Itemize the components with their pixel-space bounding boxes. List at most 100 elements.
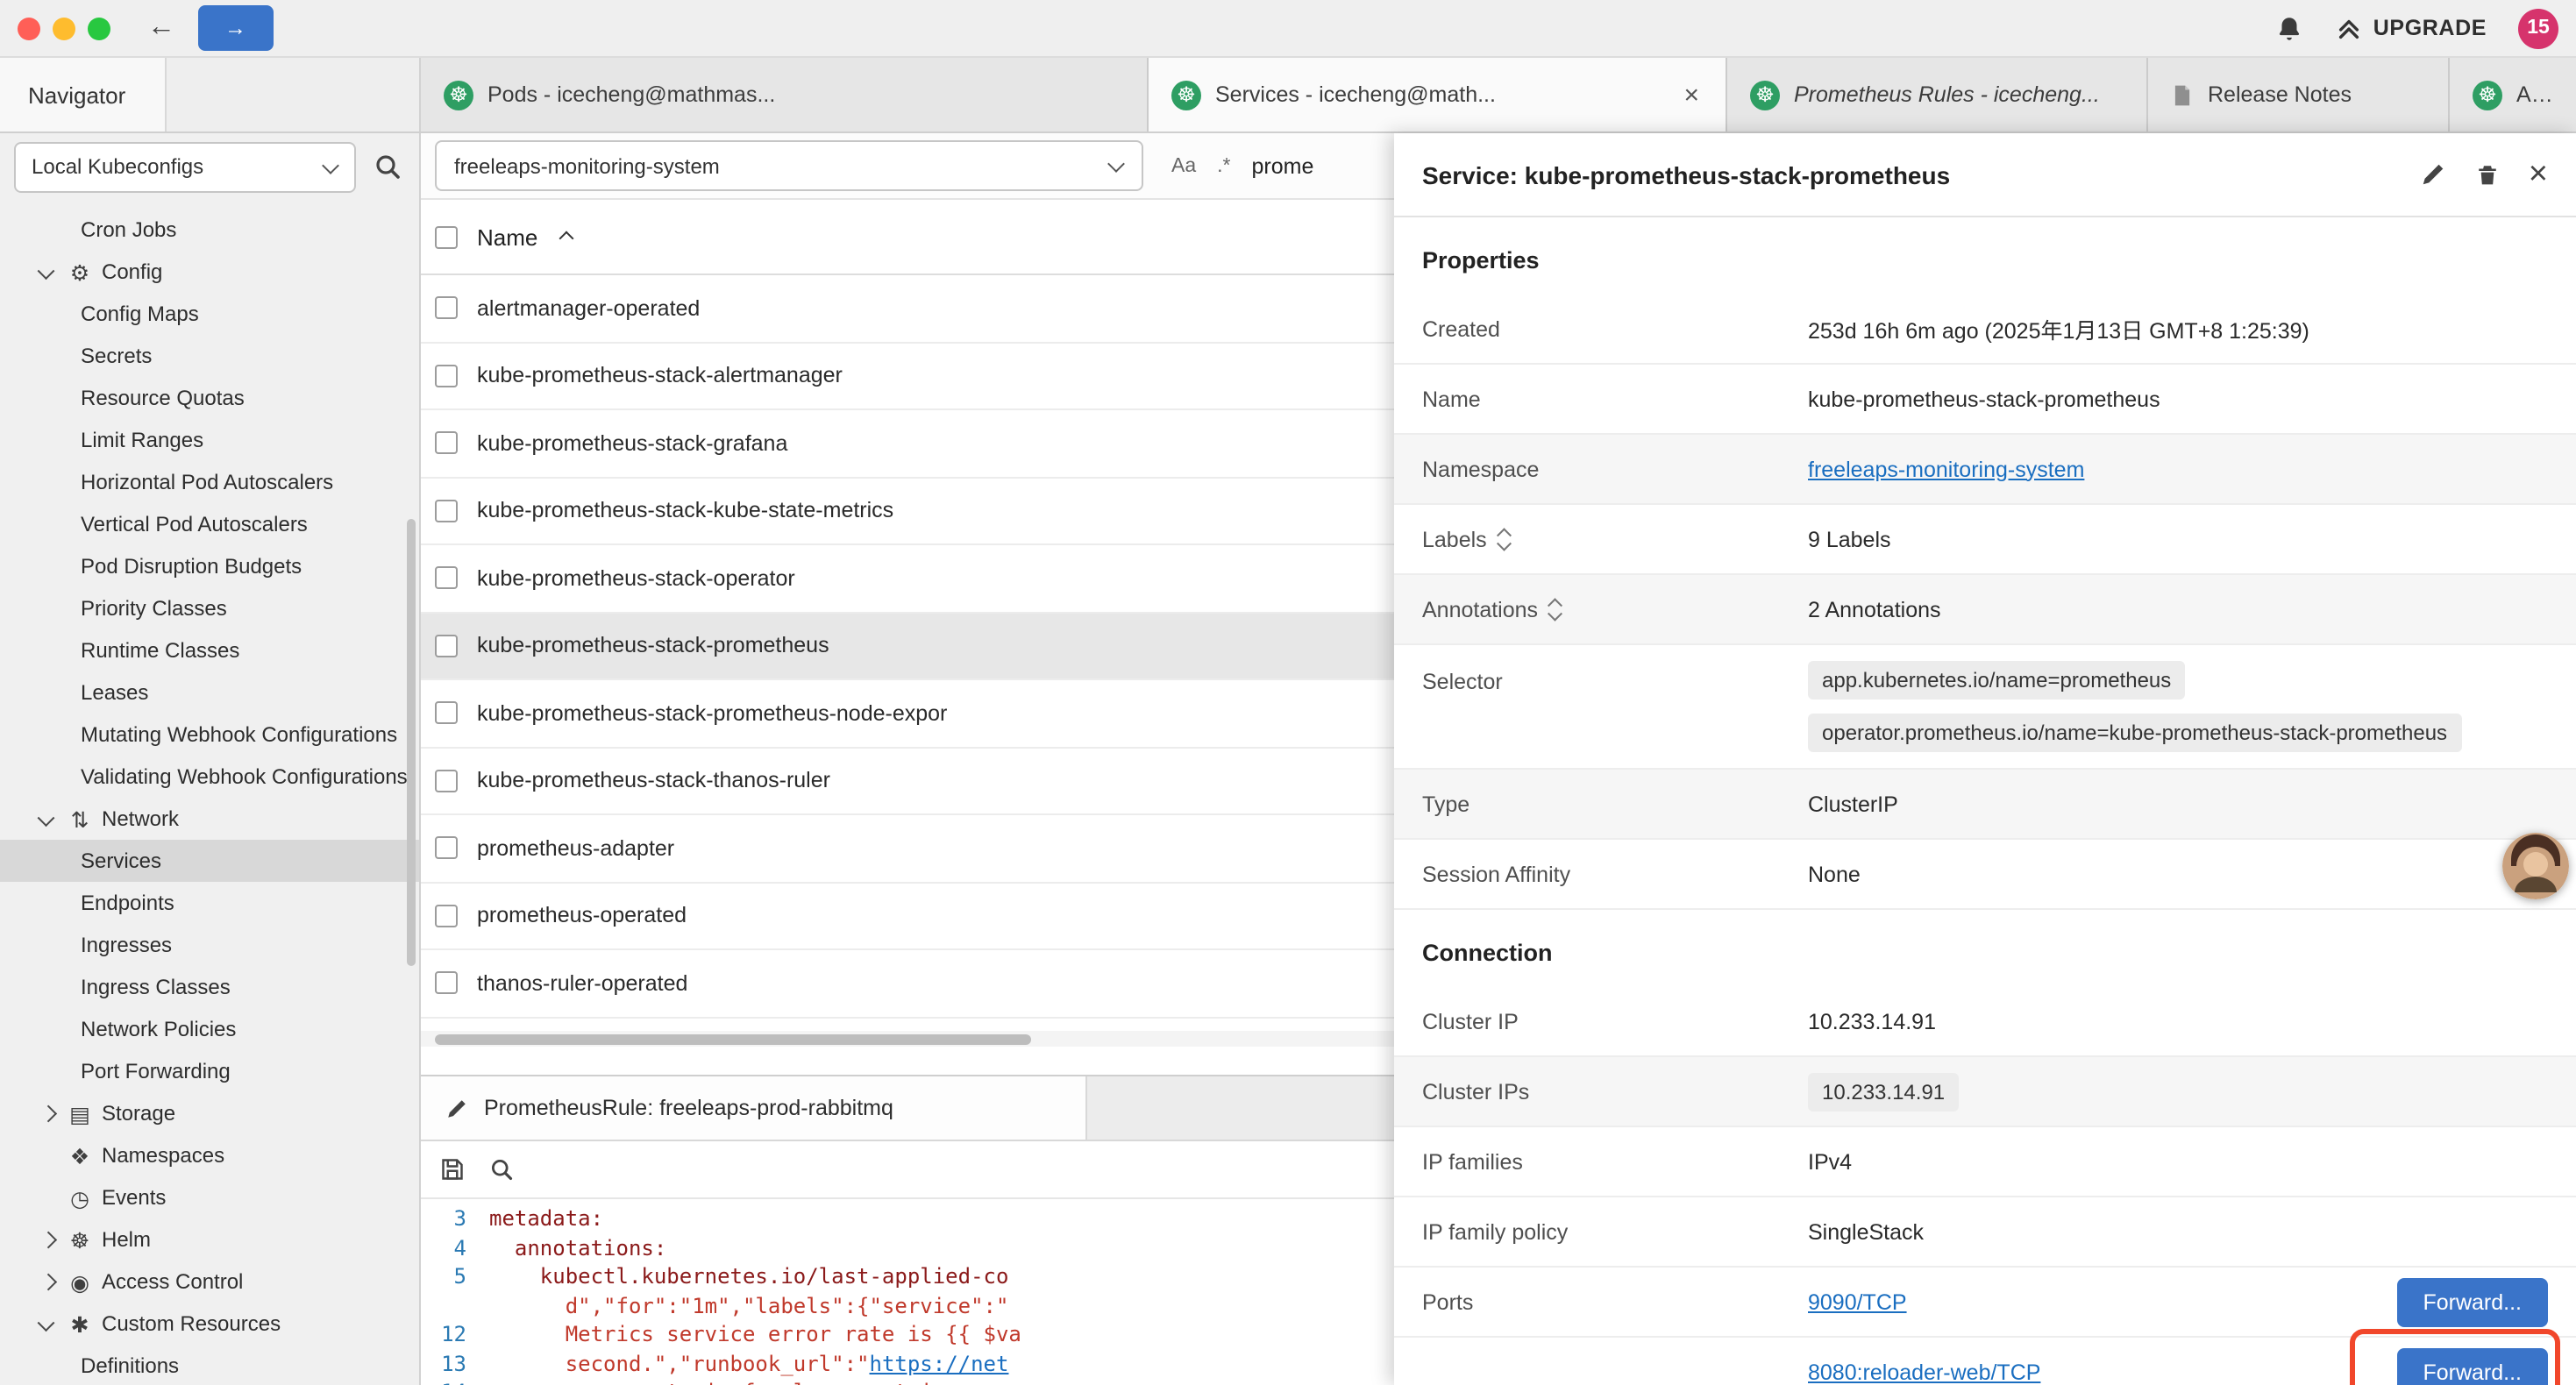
created-row: Created253d 16h 6m ago (2025年1月13日 GMT+8… (1394, 295, 2576, 365)
column-header-name[interactable]: Name (477, 224, 537, 250)
dock-tab-prometheusrule[interactable]: PrometheusRule: freeleaps-prod-rabbitmq (421, 1076, 1087, 1140)
sidebar-item-storage[interactable]: ▤Storage (0, 1092, 419, 1134)
sidebar-item-helm[interactable]: ☸Helm (0, 1218, 419, 1261)
tab-pods[interactable]: ☸ Pods - icecheng@mathmas... (421, 58, 1149, 131)
sidebar-item-config-maps[interactable]: Config Maps (0, 293, 419, 335)
row-value: IPv4 (1808, 1149, 1852, 1174)
select-all-checkbox[interactable] (435, 225, 458, 248)
line-number: 13 (421, 1349, 466, 1378)
close-icon[interactable]: × (1680, 80, 1703, 110)
sidebar-item-priority-classes[interactable]: Priority Classes (0, 587, 419, 629)
network-icon: ⇅ (65, 806, 95, 832)
session-affinity-row: Session AffinityNone (1394, 840, 2576, 910)
sidebar-item-leases[interactable]: Leases (0, 671, 419, 714)
type-row: TypeClusterIP (1394, 770, 2576, 840)
expand-icon[interactable] (1550, 601, 1560, 617)
forward-button[interactable]: Forward... (2396, 1277, 2548, 1326)
avatar[interactable] (2502, 833, 2569, 899)
row-checkbox[interactable] (435, 770, 458, 792)
sidebar-item-label: Helm (102, 1227, 151, 1252)
window-zoom-button[interactable] (88, 17, 110, 39)
row-checkbox[interactable] (435, 972, 458, 995)
expand-icon[interactable] (1499, 531, 1509, 547)
sidebar-item-network[interactable]: ⇅Network (0, 798, 419, 840)
sidebar-item-network-policies[interactable]: Network Policies (0, 1008, 419, 1050)
match-case-toggle[interactable]: Aa (1171, 155, 1196, 176)
tab-argo[interactable]: ☸ Argo S (2450, 58, 2576, 131)
sidebar-item-validating-webhook-configurations[interactable]: Validating Webhook Configurations (0, 756, 419, 798)
sidebar-item-secrets[interactable]: Secrets (0, 335, 419, 377)
edit-icon[interactable] (2420, 161, 2446, 188)
search-input[interactable]: Aa .* prome (1171, 153, 1313, 178)
window-minimize-button[interactable] (53, 17, 75, 39)
sidebar-item-cron-jobs[interactable]: Cron Jobs (0, 209, 419, 251)
sidebar-item-ingresses[interactable]: Ingresses (0, 924, 419, 966)
kubernetes-icon: ☸ (2473, 80, 2502, 110)
row-value[interactable]: 2 Annotations (1808, 597, 1941, 621)
row-checkbox[interactable] (435, 297, 458, 320)
scrollbar-thumb[interactable] (435, 1033, 1031, 1044)
close-icon[interactable]: × (2529, 158, 2548, 191)
row-checkbox[interactable] (435, 567, 458, 590)
namespace-selector[interactable]: freeleaps-monitoring-system (435, 140, 1143, 191)
window-close-button[interactable] (18, 17, 40, 39)
line-number: 14 (421, 1378, 466, 1385)
tab-release-notes[interactable]: Release Notes (2148, 58, 2450, 131)
back-icon[interactable]: ← (147, 14, 175, 42)
row-checkbox[interactable] (435, 837, 458, 860)
upgrade-button[interactable]: UPGRADE (2337, 15, 2487, 41)
sidebar-item-runtime-classes[interactable]: Runtime Classes (0, 629, 419, 671)
row-value[interactable]: 9 Labels (1808, 527, 1891, 551)
search-icon[interactable] (374, 153, 402, 181)
sidebar-item-label: Vertical Pod Autoscalers (81, 512, 308, 536)
chevron-down-icon (35, 260, 58, 283)
sidebar-scrollbar-thumb[interactable] (407, 519, 416, 966)
regex-toggle[interactable]: .* (1217, 155, 1230, 176)
row-checkbox[interactable] (435, 635, 458, 657)
url-link[interactable]: https://net (870, 1349, 1009, 1378)
tab-prometheus-rules[interactable]: ☸ Prometheus Rules - icecheng... (1727, 58, 2148, 131)
sidebar-item-ingress-classes[interactable]: Ingress Classes (0, 966, 419, 1008)
row-label: Type (1422, 792, 1808, 816)
sidebar-item-custom-resources[interactable]: ✱Custom Resources (0, 1303, 419, 1345)
sidebar-item-label: Secrets (81, 344, 152, 368)
row-checkbox[interactable] (435, 702, 458, 725)
sidebar-item-services[interactable]: Services (0, 840, 419, 882)
sidebar-item-port-forwarding[interactable]: Port Forwarding (0, 1050, 419, 1092)
sidebar-item-definitions[interactable]: Definitions (0, 1345, 419, 1385)
port-link[interactable]: 9090/TCP (1808, 1289, 1907, 1314)
row-checkbox[interactable] (435, 500, 458, 522)
bell-icon[interactable] (2275, 13, 2305, 43)
sidebar-item-label: Access Control (102, 1269, 243, 1294)
sidebar-item-endpoints[interactable]: Endpoints (0, 882, 419, 924)
sort-ascending-icon[interactable] (557, 229, 574, 245)
sidebar-item-config[interactable]: ⚙Config (0, 251, 419, 293)
namespace-link[interactable]: freeleaps-monitoring-system (1808, 457, 2084, 481)
sidebar-item-namespaces[interactable]: ❖Namespaces (0, 1134, 419, 1176)
search-icon[interactable] (489, 1157, 514, 1182)
forward-button[interactable]: Forward... (2396, 1347, 2548, 1385)
row-value: 253d 16h 6m ago (2025年1月13日 GMT+8 1:25:3… (1808, 312, 2309, 345)
sidebar-item-pod-disruption-budgets[interactable]: Pod Disruption Budgets (0, 545, 419, 587)
row-checkbox[interactable] (435, 905, 458, 927)
row-label: Selector (1422, 661, 1808, 694)
namespaces-icon: ❖ (65, 1142, 95, 1168)
row-checkbox[interactable] (435, 432, 458, 455)
sidebar-item-mutating-webhook-configurations[interactable]: Mutating Webhook Configurations (0, 714, 419, 756)
forward-icon[interactable]: → (198, 5, 273, 52)
sidebar-item-vertical-pod-autoscalers[interactable]: Vertical Pod Autoscalers (0, 503, 419, 545)
sidebar-item-access-control[interactable]: ◉Access Control (0, 1261, 419, 1303)
notification-count-badge[interactable]: 15 (2518, 8, 2558, 48)
row-checkbox[interactable] (435, 365, 458, 387)
port-link[interactable]: 8080:reloader-web/TCP (1808, 1360, 2040, 1384)
service-name: prometheus-adapter (477, 836, 674, 861)
chevron-right-icon (35, 1102, 58, 1125)
delete-icon[interactable] (2476, 161, 2499, 188)
save-icon[interactable] (440, 1157, 465, 1182)
sidebar-item-events[interactable]: ◷Events (0, 1176, 419, 1218)
tab-services[interactable]: ☸ Services - icecheng@math... × (1149, 58, 1727, 131)
sidebar-item-horizontal-pod-autoscalers[interactable]: Horizontal Pod Autoscalers (0, 461, 419, 503)
sidebar-item-limit-ranges[interactable]: Limit Ranges (0, 419, 419, 461)
sidebar-item-resource-quotas[interactable]: Resource Quotas (0, 377, 419, 419)
kubeconfig-selector[interactable]: Local Kubeconfigs (14, 141, 356, 192)
